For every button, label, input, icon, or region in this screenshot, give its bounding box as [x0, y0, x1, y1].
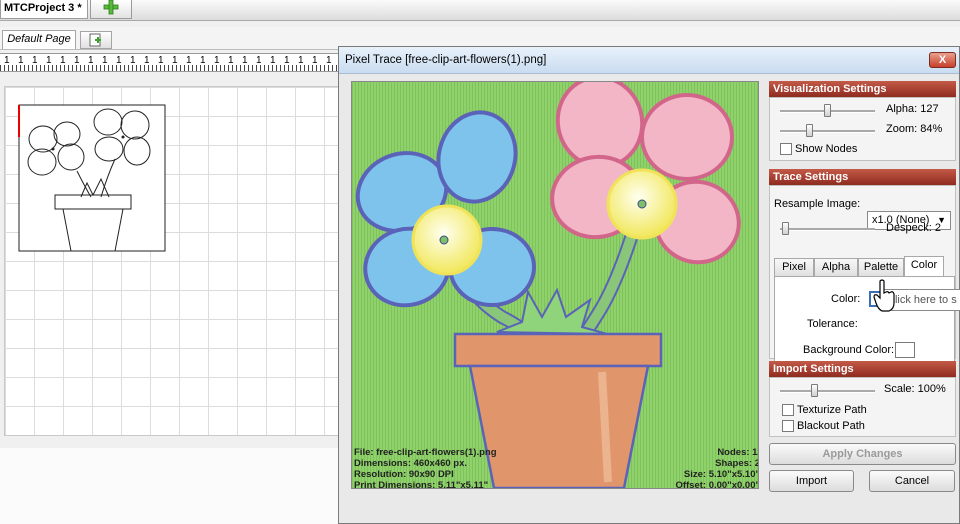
canvas-drawing: [18, 104, 166, 252]
despeck-slider[interactable]: [780, 222, 875, 235]
ruler-label: 1: [116, 55, 122, 66]
ruler-label: 1: [214, 55, 220, 66]
trace-preview[interactable]: File: free-clip-art-flowers(1).png Dimen…: [351, 81, 759, 489]
tolerance-label: Tolerance:: [807, 318, 858, 330]
zoom-slider-thumb[interactable]: [806, 124, 813, 137]
import-settings-header: Import Settings: [769, 361, 956, 377]
ruler-label: 1: [46, 55, 52, 66]
trace-settings-panel: Resample Image: x1.0 (None) ▼ Despeck: 2…: [769, 185, 956, 368]
shapes-info: Shapes: 2: [715, 458, 759, 469]
ruler-label: 1: [284, 55, 290, 66]
import-button[interactable]: Import: [769, 470, 854, 492]
resolution-info: Resolution: 90x90 DPI: [354, 469, 454, 480]
project-tab[interactable]: MTCProject 3 *: [0, 0, 88, 19]
ruler-label: 1: [88, 55, 94, 66]
file-info: File: free-clip-art-flowers(1).png: [354, 447, 497, 458]
print-dimensions-info: Print Dimensions: 5.11"x5.11": [354, 480, 489, 489]
canvas-footer: [0, 448, 340, 524]
close-icon: X: [938, 54, 947, 66]
ruler-label: 1: [144, 55, 150, 66]
cancel-button[interactable]: Cancel: [869, 470, 955, 492]
plus-icon: [103, 0, 119, 15]
horizontal-ruler: 111111111111111111111111: [0, 53, 340, 72]
zoom-slider[interactable]: [780, 124, 875, 137]
ruler-label: 1: [18, 55, 24, 66]
background-color-label: Background Color:: [803, 344, 895, 356]
tab-pixel[interactable]: Pixel: [774, 258, 814, 276]
import-settings-panel: Scale: 100% Texturize Path Blackout Path: [769, 377, 956, 437]
visualization-settings-panel: Alpha: 127 Zoom: 84% Show Nodes: [769, 97, 956, 161]
ruler-label: 1: [60, 55, 66, 66]
ruler-label: 1: [130, 55, 136, 66]
ruler-label: 1: [326, 55, 332, 66]
despeck-label: Despeck: 2: [886, 222, 942, 234]
page-tab-default[interactable]: Default Page: [2, 30, 76, 49]
add-page-button[interactable]: [80, 31, 112, 49]
despeck-slider-thumb[interactable]: [782, 222, 789, 235]
blackout-path-checkbox[interactable]: [782, 420, 794, 432]
ruler-label: 1: [102, 55, 108, 66]
blackout-path-label: Blackout Path: [797, 420, 865, 432]
visualization-settings-header: Visualization Settings: [769, 81, 956, 97]
alpha-slider[interactable]: [780, 104, 875, 117]
texturize-path-label: Texturize Path: [797, 404, 867, 416]
zoom-label: Zoom: 84%: [886, 123, 943, 135]
dimensions-info: Dimensions: 460x460 px.: [354, 458, 467, 469]
alpha-slider-thumb[interactable]: [824, 104, 831, 117]
hand-cursor-icon: [873, 279, 895, 312]
ruler-label: 1: [242, 55, 248, 66]
resample-label: Resample Image:: [774, 198, 861, 210]
ruler-label: 1: [312, 55, 318, 66]
ruler-label: 1: [200, 55, 206, 66]
add-project-button[interactable]: [90, 0, 132, 19]
texturize-path-checkbox[interactable]: [782, 404, 794, 416]
tab-color[interactable]: Color: [904, 256, 944, 276]
ruler-label: 1: [298, 55, 304, 66]
show-nodes-checkbox[interactable]: [780, 143, 792, 155]
flower-pot-image: [352, 82, 758, 488]
close-button[interactable]: X: [929, 52, 956, 68]
design-canvas[interactable]: [4, 86, 342, 436]
pixel-trace-dialog: Pixel Trace [free-clip-art-flowers(1).pn…: [338, 46, 960, 524]
size-info: Size: 5.10"x5.10": [683, 469, 759, 480]
tab-alpha[interactable]: Alpha: [814, 258, 858, 276]
ruler-label: 1: [186, 55, 192, 66]
ruler-label: 1: [4, 55, 10, 66]
ruler-label: 1: [74, 55, 80, 66]
ruler-label: 1: [270, 55, 276, 66]
ruler-label: 1: [172, 55, 178, 66]
scale-label: Scale: 100%: [884, 383, 946, 395]
ruler-label: 1: [32, 55, 38, 66]
ruler-label: 1: [256, 55, 262, 66]
tab-palette[interactable]: Palette: [858, 258, 904, 276]
ruler-label: 1: [158, 55, 164, 66]
dialog-titlebar[interactable]: Pixel Trace [free-clip-art-flowers(1).pn…: [339, 47, 959, 74]
color-label: Color:: [831, 293, 861, 305]
trace-settings-header: Trace Settings: [769, 169, 956, 185]
add-page-icon: [89, 33, 101, 47]
document-tab-bar: [0, 0, 960, 21]
apply-changes-button[interactable]: Apply Changes: [769, 443, 956, 465]
ruler-label: 1: [228, 55, 234, 66]
alpha-label: Alpha: 127: [886, 103, 939, 115]
scale-slider[interactable]: [780, 384, 875, 397]
nodes-info: Nodes: 128: [717, 447, 758, 458]
dialog-title: Pixel Trace [free-clip-art-flowers(1).pn…: [345, 54, 547, 66]
show-nodes-label: Show Nodes: [795, 143, 858, 155]
offset-info: Offset: 0.00"x0.00": [675, 480, 759, 489]
background-color-swatch[interactable]: [895, 342, 915, 358]
scale-slider-thumb[interactable]: [811, 384, 818, 397]
